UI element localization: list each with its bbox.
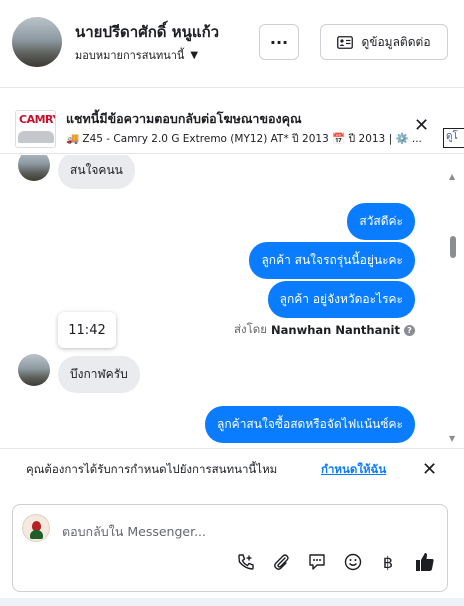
contact-card-icon	[337, 35, 354, 49]
close-icon[interactable]: ✕	[422, 459, 437, 480]
view-contact-button[interactable]: ดูข้อมูลติดต่อ	[320, 24, 448, 60]
sent-by-name: Nanwhan Nanthanit	[271, 323, 400, 337]
sent-by-label: ส่งโดย	[233, 322, 268, 336]
more-icon: ···	[269, 32, 289, 52]
close-icon[interactable]: ✕	[414, 115, 429, 136]
attachment-icon[interactable]	[270, 551, 292, 573]
assignment-notice-text: คุณต้องการได้รับการกำหนดไปยังการสนทนานี้…	[26, 462, 278, 476]
view-contact-label: ดูข้อมูลติดต่อ	[361, 34, 431, 49]
thumbs-up-icon	[416, 553, 434, 571]
chat-scrollbar[interactable]	[448, 155, 462, 448]
customer-avatar[interactable]	[12, 17, 62, 67]
view-ad-link[interactable]: ดูโ	[443, 128, 464, 148]
outgoing-message[interactable]: สวัสดีค่ะ	[347, 203, 415, 240]
caret-down-icon: ▼	[190, 49, 199, 61]
ad-banner-subtitle: 🚚 Z45 - Camry 2.0 G Extremo (MY12) AT* ป…	[66, 133, 422, 145]
customer-avatar-small	[18, 155, 50, 181]
reply-input[interactable]: ตอบกลับใน Messenger...	[62, 522, 206, 542]
call-add-icon[interactable]	[235, 551, 257, 573]
paperclip-icon	[274, 554, 289, 570]
page-avatar	[22, 514, 50, 542]
timestamp-tooltip: 11:42	[58, 312, 116, 348]
customer-name[interactable]: นายปรีดาศักดิ์ หนูแก้ว	[75, 20, 219, 44]
phone-plus-icon	[238, 554, 254, 570]
baht-icon: ฿	[382, 552, 394, 572]
scroll-down-arrow-icon[interactable]: ▼	[449, 434, 455, 443]
incoming-message[interactable]: บึงกาฬครับ	[58, 356, 140, 393]
emoji-icon[interactable]	[342, 551, 364, 573]
incoming-message[interactable]: สนใจคนน	[58, 155, 135, 189]
outgoing-message[interactable]: ลูกค้าสนใจซื้อสดหรือจัดไฟแน้นซ์คะ	[205, 406, 415, 443]
assignment-notice: คุณต้องการได้รับการกำหนดไปยังการสนทนานี้…	[0, 448, 464, 492]
payment-icon[interactable]: ฿	[377, 551, 399, 573]
outgoing-message[interactable]: ลูกค้า สนใจรถรุ่นนี้อยู่นะคะ	[249, 242, 415, 279]
scrollbar-thumb[interactable]	[450, 236, 456, 258]
messenger-conversation-panel: นายปรีดาศักดิ์ หนูแก้ว มอบหมายการสนทนานี…	[0, 0, 464, 606]
more-options-button[interactable]: ···	[259, 24, 299, 60]
smiley-icon	[344, 553, 362, 571]
like-icon[interactable]	[414, 551, 436, 573]
assign-conversation-dropdown[interactable]: มอบหมายการสนทนานี้ ▼	[75, 46, 198, 64]
assign-label: มอบหมายการสนทนานี้	[75, 49, 185, 62]
reply-composer[interactable]: ตอบกลับใน Messenger... ฿	[12, 504, 448, 592]
sent-by-line: ส่งโดย Nanwhan Nanthanit ?	[234, 321, 415, 339]
conversation-header: นายปรีดาศักดิ์ หนูแก้ว มอบหมายการสนทนานี…	[0, 0, 464, 88]
bottom-strip	[0, 598, 464, 606]
scroll-up-arrow-icon[interactable]: ▲	[449, 172, 455, 181]
assign-to-me-link[interactable]: กำหนดให้ฉัน	[321, 461, 386, 479]
info-icon[interactable]: ?	[404, 324, 415, 336]
message-list: สนใจคนน สวัสดีค่ะ ลูกค้า สนใจรถรุ่นนี้อย…	[0, 155, 464, 448]
saved-replies-icon[interactable]	[306, 551, 328, 573]
customer-avatar-small	[18, 354, 50, 386]
ad-banner-title: แชทนี้มีข้อความตอบกลับต่อโฆษณาของคุณ	[66, 111, 302, 126]
ad-thumbnail-text: CAMRY	[19, 113, 56, 126]
ad-reply-banner: CAMRY แชทนี้มีข้อความตอบกลับต่อโฆษณาของค…	[0, 89, 464, 154]
chat-bubble-icon	[309, 554, 325, 570]
car-image	[18, 131, 54, 143]
outgoing-message[interactable]: ลูกค้า อยู่จังหวัดอะไรคะ	[267, 281, 415, 318]
ad-thumbnail[interactable]: CAMRY	[15, 110, 56, 148]
